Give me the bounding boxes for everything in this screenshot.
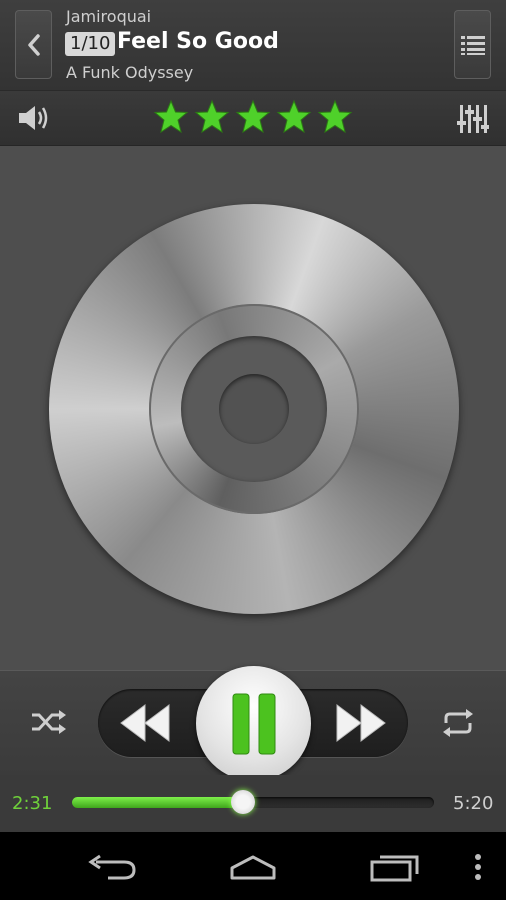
nav-menu-button[interactable]	[474, 854, 482, 884]
speaker-icon	[19, 106, 48, 130]
shuffle-button[interactable]	[30, 709, 68, 739]
pause-icon	[232, 693, 275, 754]
disc-hole	[219, 374, 289, 444]
playback-controls	[0, 666, 506, 781]
nav-recent-apps-icon	[370, 855, 419, 882]
progress-row: 2:31 5:20	[0, 775, 506, 832]
nav-menu-icon	[475, 854, 481, 880]
pause-button[interactable]	[196, 666, 311, 781]
repeat-button[interactable]	[440, 709, 476, 741]
playlist-button[interactable]	[454, 10, 491, 79]
track-header: Jamiroquai 1/10 Feel So Good A Funk Odys…	[0, 0, 506, 91]
rewind-button[interactable]	[117, 701, 173, 749]
rewind-icon	[120, 704, 170, 742]
star-icon[interactable]	[153, 99, 189, 135]
star-rating[interactable]	[153, 99, 353, 137]
star-icon[interactable]	[194, 99, 230, 135]
nav-home-button[interactable]	[226, 854, 280, 884]
back-button[interactable]	[15, 10, 52, 79]
star-icon[interactable]	[235, 99, 271, 135]
fast-forward-button[interactable]	[333, 701, 389, 749]
album-name: A Funk Odyssey	[66, 63, 194, 82]
nav-recent-apps-button[interactable]	[370, 852, 422, 886]
sliders-icon	[457, 105, 489, 133]
seek-bar-fill	[72, 797, 243, 808]
repeat-icon	[443, 709, 473, 737]
total-duration: 5:20	[453, 793, 494, 814]
shuffle-icon	[32, 710, 66, 734]
chevron-left-icon	[27, 33, 40, 56]
track-position-badge: 1/10	[65, 32, 116, 56]
fast-forward-icon	[336, 704, 386, 742]
seek-thumb[interactable]	[230, 790, 255, 814]
track-title: Feel So Good	[117, 29, 279, 54]
artist-name: Jamiroquai	[66, 7, 152, 26]
seek-bar[interactable]	[72, 790, 434, 814]
nav-back-button[interactable]	[88, 854, 138, 884]
volume-button[interactable]	[17, 103, 51, 137]
list-icon	[460, 35, 485, 55]
elapsed-time: 2:31	[12, 793, 53, 814]
system-nav-bar	[0, 832, 506, 900]
nav-back-icon	[88, 854, 136, 880]
rating-bar	[0, 91, 506, 146]
nav-home-icon	[230, 855, 276, 880]
star-icon[interactable]	[276, 99, 312, 135]
star-icon[interactable]	[317, 99, 353, 135]
cd-disc-image	[49, 204, 459, 614]
equalizer-button[interactable]	[457, 103, 489, 139]
album-art-area	[0, 146, 506, 670]
